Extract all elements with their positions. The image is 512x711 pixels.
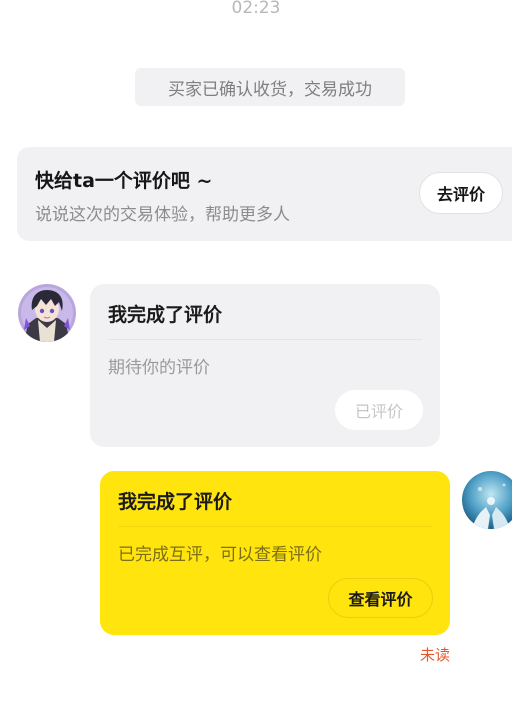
divider xyxy=(108,339,422,340)
go-review-button[interactable]: 去评价 xyxy=(419,172,503,214)
divider xyxy=(118,526,432,527)
status-time: 02:23 xyxy=(231,0,281,18)
message-text: 已完成互评，可以查看评价 xyxy=(118,545,322,565)
my-avatar[interactable] xyxy=(462,471,512,529)
review-prompt-title: 快给ta一个评价吧 ~ xyxy=(35,170,213,192)
message-text: 期待你的评价 xyxy=(108,358,210,378)
system-message: 买家已确认收货，交易成功 xyxy=(135,68,405,106)
message-bubble-other: 我完成了评价 期待你的评价 已评价 xyxy=(90,284,440,447)
unread-status: 未读 xyxy=(420,646,451,664)
message-title: 我完成了评价 xyxy=(108,304,223,326)
reviewed-button[interactable]: 已评价 xyxy=(335,390,423,430)
review-prompt-card: 快给ta一个评价吧 ~ 说说这次的交易体验，帮助更多人 去评价 xyxy=(17,147,512,241)
message-bubble-me: 我完成了评价 已完成互评，可以查看评价 查看评价 xyxy=(100,471,450,635)
review-prompt-subtitle: 说说这次的交易体验，帮助更多人 xyxy=(35,205,290,225)
view-review-button[interactable]: 查看评价 xyxy=(328,578,433,618)
message-title: 我完成了评价 xyxy=(118,491,233,513)
other-user-avatar[interactable] xyxy=(18,284,76,342)
